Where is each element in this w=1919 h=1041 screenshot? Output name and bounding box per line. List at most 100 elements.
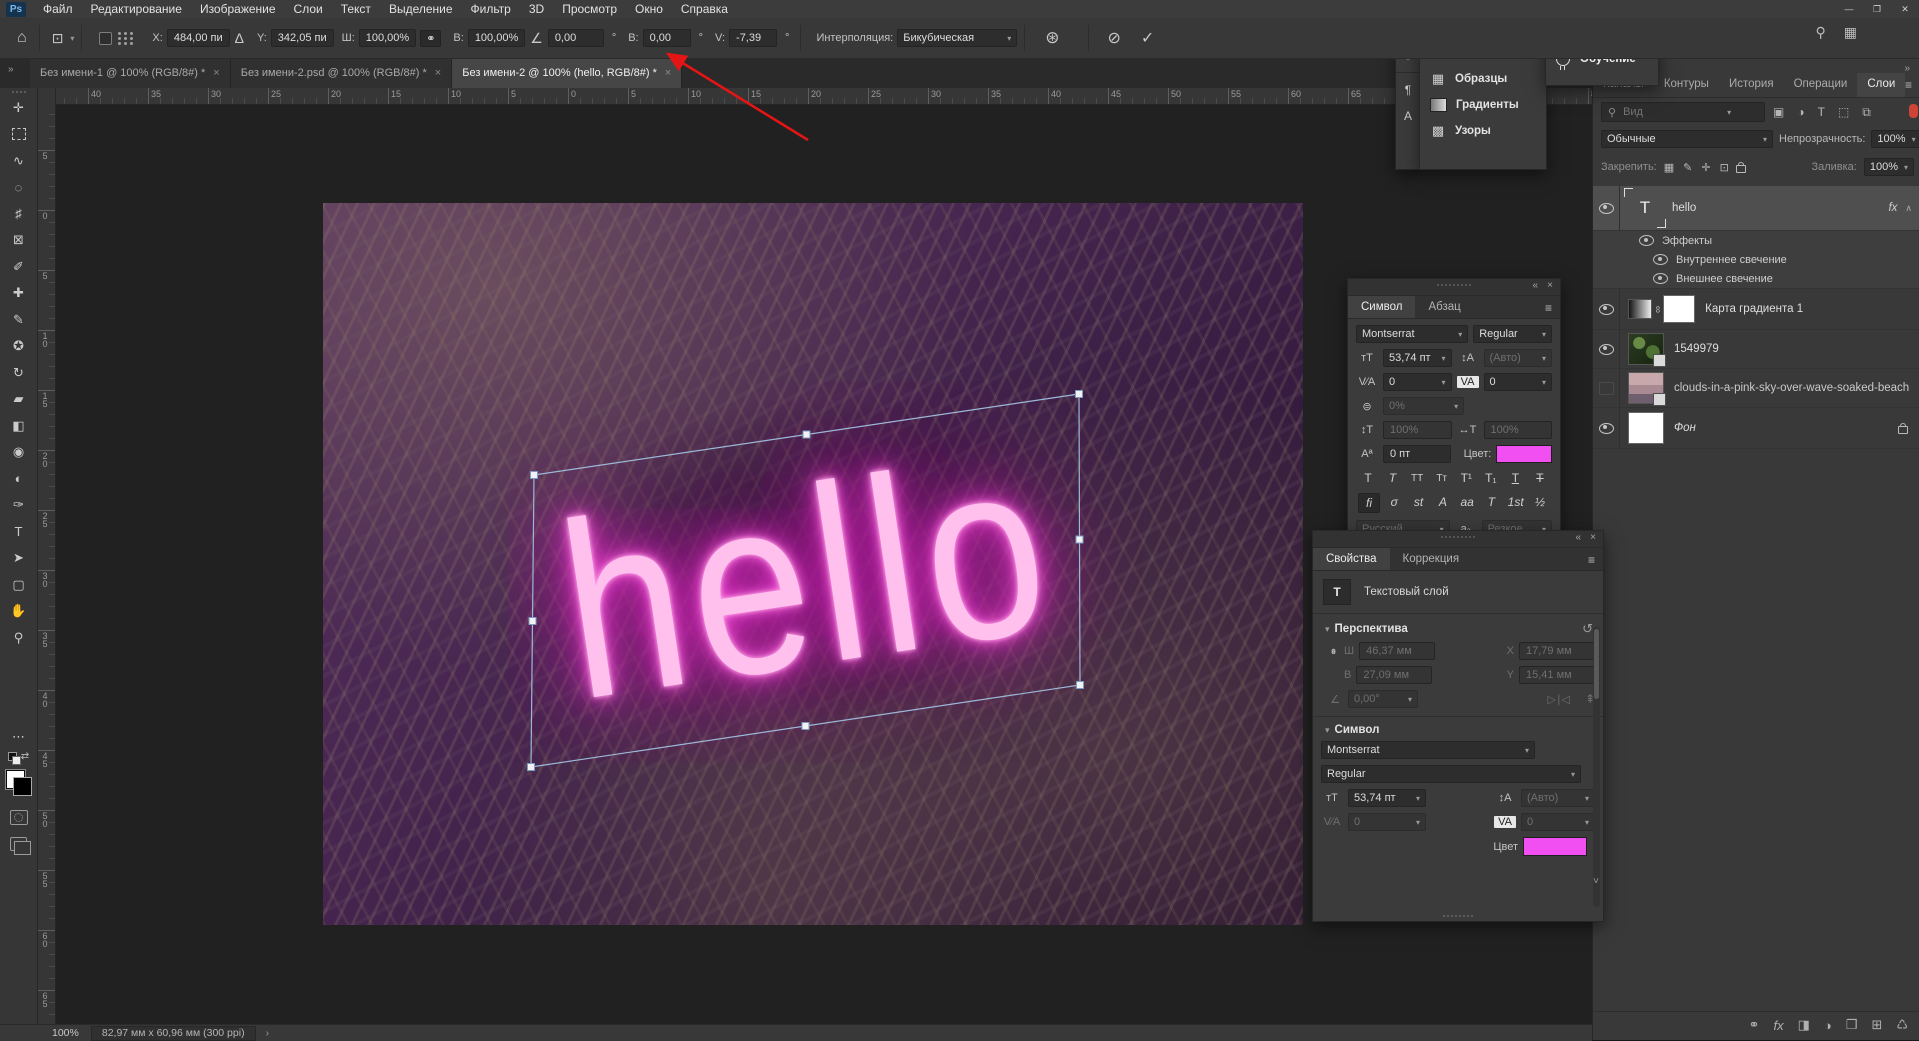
cancel-transform-icon[interactable]: ⊘ xyxy=(1102,28,1125,48)
flyout-item-gradients[interactable]: Градиенты xyxy=(1420,92,1546,118)
layers-action-icon-5[interactable]: ⊞ xyxy=(1871,1017,1882,1033)
filter-icon-2[interactable]: T xyxy=(1818,105,1825,120)
ot-feature-button-3[interactable]: A xyxy=(1433,493,1453,511)
format-button-3[interactable]: Tт xyxy=(1432,469,1452,487)
tool-crop-icon[interactable]: ♯ xyxy=(9,205,29,222)
link-icon[interactable]: ⚭ xyxy=(1327,645,1340,657)
edit-toolbar-icon[interactable]: ⋯ xyxy=(9,728,29,745)
layer-row-image2[interactable]: clouds-in-a-pink-sky-over-wave-soaked-be… xyxy=(1593,369,1919,408)
tool-gradient-icon[interactable]: ◧ xyxy=(9,417,29,434)
format-button-2[interactable]: TT xyxy=(1407,469,1427,487)
canvas[interactable]: hello xyxy=(323,203,1303,925)
lock-icon-0[interactable]: ▦ xyxy=(1664,161,1674,174)
chevron-down-icon[interactable]: ▾ xyxy=(70,34,74,43)
panel-menu-icon[interactable]: ≡ xyxy=(1545,301,1552,315)
visibility-eye-icon[interactable] xyxy=(1599,344,1614,355)
image-thumbnail[interactable] xyxy=(1628,333,1664,365)
tool-path-selection-icon[interactable]: ➤ xyxy=(9,550,29,567)
layer-name[interactable]: Фон xyxy=(1674,422,1696,434)
tab-Контуры[interactable]: Контуры xyxy=(1654,73,1719,97)
menu-Слои[interactable]: Слои xyxy=(285,0,332,18)
visibility-eye-icon[interactable] xyxy=(1653,273,1668,284)
menu-Изображение[interactable]: Изображение xyxy=(191,0,285,18)
chevron-down-icon[interactable]: ▾ xyxy=(1325,624,1330,635)
tool-move-icon[interactable]: ✛ xyxy=(9,99,29,116)
filter-icon-3[interactable]: ⬚ xyxy=(1838,105,1849,120)
format-button-4[interactable]: T¹ xyxy=(1456,469,1476,487)
menu-Выделение[interactable]: Выделение xyxy=(380,0,462,18)
background-thumbnail[interactable] xyxy=(1628,412,1664,444)
lock-icon-1[interactable]: ✎ xyxy=(1683,161,1692,174)
character-styles-icon[interactable]: A xyxy=(1396,101,1420,131)
color-swatches[interactable] xyxy=(6,770,32,796)
search-icon[interactable]: ⚲ xyxy=(1816,24,1826,41)
default-colors-icon[interactable] xyxy=(8,752,17,761)
flyout-item-swatches[interactable]: ▦Образцы xyxy=(1420,66,1546,92)
tool-clone-stamp-icon[interactable]: ✪ xyxy=(9,338,29,355)
tab-adjustments[interactable]: Коррекция xyxy=(1390,548,1473,570)
format-button-0[interactable]: T xyxy=(1358,469,1378,487)
minimize-button[interactable]: — xyxy=(1835,0,1863,18)
chevron-down-icon[interactable]: ▾ xyxy=(1727,108,1731,117)
font-style-select[interactable]: Regular▾ xyxy=(1473,325,1552,343)
tool-type-icon[interactable]: T xyxy=(9,523,29,540)
layers-action-icon-4[interactable]: ❒ xyxy=(1846,1017,1858,1033)
panel-menu-icon[interactable]: ≡ xyxy=(1588,553,1595,567)
quick-mask-icon[interactable] xyxy=(10,810,28,825)
document-tab-1[interactable]: Без имени-1 @ 100% (RGB/8#) * × xyxy=(30,58,231,88)
background-color[interactable] xyxy=(13,777,32,796)
warp-mode-icon[interactable]: ⊛ xyxy=(1040,28,1064,48)
ot-feature-button-6[interactable]: 1st xyxy=(1506,493,1526,511)
tool-pen-icon[interactable]: ✑ xyxy=(9,497,29,514)
visibility-eye-icon[interactable] xyxy=(1599,423,1614,434)
layers-action-icon-1[interactable]: fx xyxy=(1774,1018,1784,1033)
mask-thumbnail[interactable] xyxy=(1663,295,1695,323)
reference-point-checkbox[interactable] xyxy=(99,32,112,45)
text-color-swatch[interactable] xyxy=(1496,445,1552,463)
panel-grip[interactable] xyxy=(1437,284,1471,286)
tracking-select[interactable]: 0▾ xyxy=(1484,373,1553,391)
eye-cell[interactable] xyxy=(1593,330,1620,368)
layer-search-input[interactable] xyxy=(1621,105,1725,119)
workspace-icon[interactable]: ▦ xyxy=(1844,24,1857,41)
height-input[interactable]: 27,09 мм xyxy=(1356,666,1432,684)
layer-row-background[interactable]: Фон xyxy=(1593,408,1919,449)
layer-row-hello[interactable]: T hello fx ∧ xyxy=(1593,186,1919,231)
layer-name[interactable]: hello xyxy=(1672,202,1696,214)
scrollbar[interactable] xyxy=(1593,627,1600,907)
layer-row-gradient-map[interactable]: ∞ Карта градиента 1 xyxy=(1593,289,1919,330)
eye-cell[interactable] xyxy=(1593,289,1620,329)
interpolation-select[interactable]: Бикубическая ▾ xyxy=(897,29,1017,47)
gradient-thumbnail[interactable] xyxy=(1628,299,1652,319)
filter-icon-1[interactable]: ◑ xyxy=(1797,105,1804,120)
ruler-corner[interactable] xyxy=(37,88,56,105)
x-input[interactable]: 484,00 пи xyxy=(167,29,230,47)
paragraph-styles-icon[interactable]: ¶ xyxy=(1396,73,1420,101)
eye-cell[interactable] xyxy=(1593,408,1620,448)
menu-Текст[interactable]: Текст xyxy=(332,0,380,18)
leading-select[interactable]: (Авто)▾ xyxy=(1521,789,1595,807)
eye-cell[interactable] xyxy=(1593,369,1620,407)
menu-Редактирование[interactable]: Редактирование xyxy=(82,0,191,18)
tool-blur-icon[interactable]: ◉ xyxy=(9,444,29,461)
vertical-scale-input[interactable]: 100% xyxy=(1383,421,1452,439)
collapse-panel-icon[interactable]: « xyxy=(1575,532,1581,543)
layer-name[interactable]: Карта градиента 1 xyxy=(1705,303,1803,315)
visibility-eye-icon[interactable] xyxy=(1639,235,1654,246)
tool-frame-icon[interactable]: ⊠ xyxy=(9,232,29,249)
font-style-select[interactable]: Regular▾ xyxy=(1321,765,1581,783)
visibility-eye-icon[interactable] xyxy=(1653,254,1668,265)
tab-character[interactable]: Символ xyxy=(1348,296,1415,318)
tool-hand-icon[interactable]: ✋ xyxy=(9,603,29,620)
tool-lasso-icon[interactable]: ∿ xyxy=(9,152,29,169)
blend-mode-select[interactable]: Обычные▾ xyxy=(1601,130,1773,148)
horizontal-scale-input[interactable]: 100% xyxy=(1484,421,1553,439)
ot-feature-button-7[interactable]: ½ xyxy=(1530,493,1550,511)
angle-select[interactable]: 0,00°▾ xyxy=(1348,690,1418,708)
transform-bounding-box[interactable] xyxy=(323,203,1303,925)
font-family-select[interactable]: Montserrat▾ xyxy=(1356,325,1468,343)
baseline-shift-input[interactable]: 0 пт xyxy=(1383,445,1451,463)
link-dimensions-icon[interactable]: ⚭ xyxy=(420,30,441,47)
layer-name[interactable]: clouds-in-a-pink-sky-over-wave-soaked-be… xyxy=(1674,382,1909,394)
menu-Файл[interactable]: Файл xyxy=(34,0,82,18)
